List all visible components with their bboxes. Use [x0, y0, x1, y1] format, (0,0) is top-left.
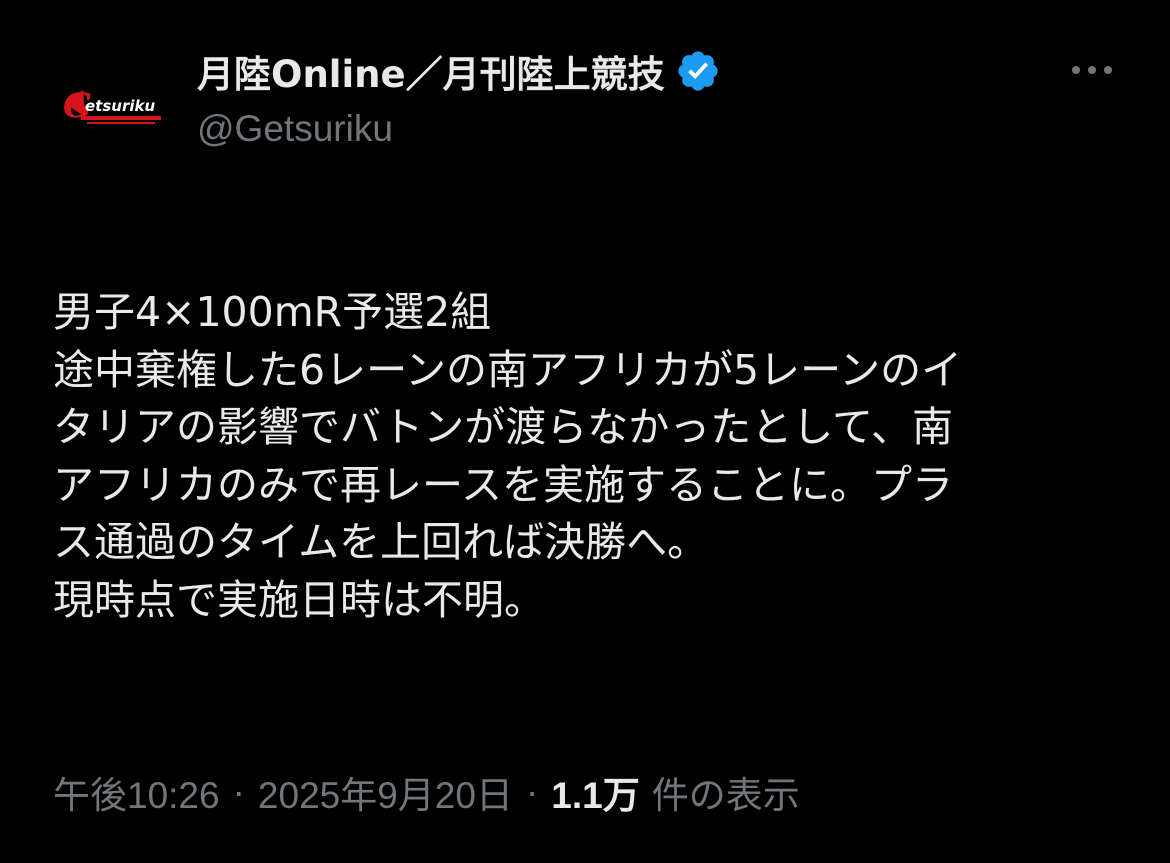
svg-text:etsuriku: etsuriku — [85, 97, 155, 115]
tweet-text-line: 男子4×100mR予選2組 — [53, 288, 492, 336]
tweet-text-line: 途中棄権した6レーンの南アフリカが5レーンのイ — [53, 345, 963, 394]
tweet-header: G etsuriku 月陸Online／月刊陸上競技 @Getsuriku — [0, 0, 1170, 180]
author-names: 月陸Online／月刊陸上競技 @Getsuriku — [197, 44, 721, 150]
tweet-date[interactable]: 2025年9月20日 — [258, 765, 513, 819]
tweet-text-line: ス通過のタイムを上回れば決勝へ。 — [53, 518, 709, 566]
verified-badge-icon[interactable] — [675, 48, 721, 94]
display-name-row: 月陸Online／月刊陸上競技 — [197, 44, 721, 98]
tweet-text: 男子4×100mR予選2組 途中棄権した6レーンの南アフリカが5レーンのイ タリ… — [53, 284, 1138, 629]
separator: · — [525, 771, 539, 812]
tweet-text-line: タリアの影響でバトンが渡らなかったとして、南 — [53, 403, 953, 451]
avatar[interactable]: G etsuriku — [55, 55, 167, 167]
display-name[interactable]: 月陸Online／月刊陸上競技 — [197, 44, 665, 98]
separator: · — [232, 771, 245, 812]
tweet-time[interactable]: 午後10:26 — [53, 765, 220, 819]
tweet-metadata: 午後10:26 · 2025年9月20日 · 1.1万 件の表示 — [53, 766, 800, 818]
author-handle[interactable]: @Getsuriku — [197, 108, 721, 150]
tweet-text-line: 現時点で実施日時は不明。 — [53, 575, 545, 624]
more-horizontal-icon — [1088, 66, 1096, 74]
views-label: 件の表示 — [651, 775, 800, 816]
tweet-text-line: アフリカのみで再レースを実施することに。プラ — [53, 460, 953, 509]
tweet-detail: G etsuriku 月陸Online／月刊陸上競技 @Getsuriku 男子 — [0, 0, 1170, 863]
getsuriku-logo-icon: G etsuriku — [55, 55, 167, 167]
more-horizontal-icon — [1104, 66, 1112, 74]
more-horizontal-icon — [1072, 66, 1080, 74]
views-count[interactable]: 1.1万 — [551, 765, 639, 819]
more-options-button[interactable] — [1062, 52, 1122, 88]
